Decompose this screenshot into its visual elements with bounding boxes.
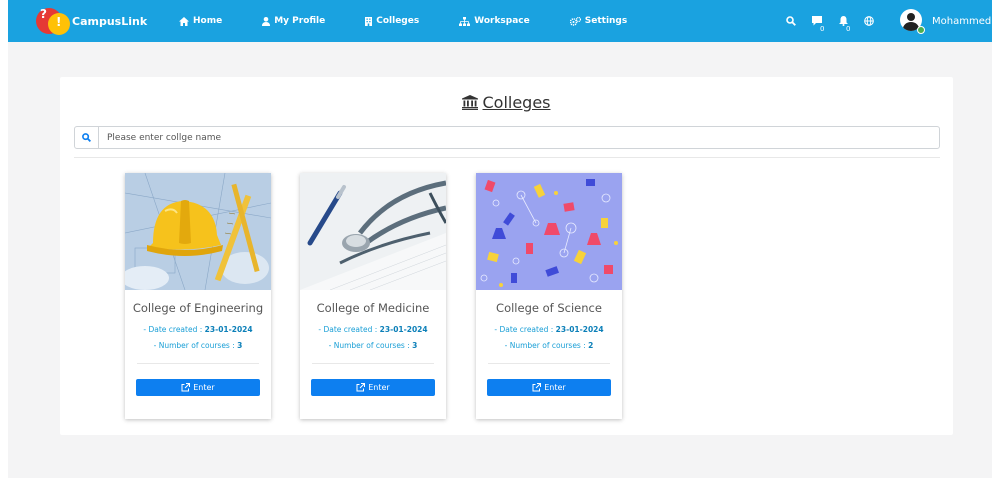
- campuslink-logo-icon: ?!: [36, 4, 70, 38]
- external-link-icon: [181, 383, 191, 392]
- nav-item-my-profile[interactable]: My Profile: [262, 0, 325, 42]
- courses-count: - Number of courses : 2: [504, 341, 594, 350]
- nav-item-label: My Profile: [274, 16, 326, 26]
- college-image: [125, 173, 271, 290]
- college-name: College of Engineering: [132, 301, 264, 315]
- sitemap-icon: [459, 16, 471, 26]
- user-icon: [262, 16, 271, 26]
- search-field-icon: [75, 127, 99, 148]
- college-card-science: College of Science - Date created : 23-0…: [476, 173, 622, 419]
- university-icon: [462, 95, 479, 110]
- search-icon: [786, 16, 796, 26]
- date-value: 23-01-2024: [204, 325, 253, 334]
- enter-button[interactable]: Enter: [487, 379, 611, 396]
- messages-button[interactable]: 0: [806, 0, 828, 42]
- page-title-text: Colleges: [482, 93, 551, 112]
- date-value: 23-01-2024: [379, 325, 428, 334]
- nav-right: 0 0 Mohammed: [780, 0, 991, 42]
- divider: [74, 157, 940, 158]
- courses-value: 3: [237, 341, 243, 350]
- user-menu[interactable]: Mohammed: [900, 9, 992, 34]
- enter-button[interactable]: Enter: [136, 379, 260, 396]
- nav-item-label: Workspace: [474, 16, 530, 26]
- external-link-icon: [356, 383, 366, 392]
- notifications-count: 0: [846, 25, 851, 33]
- app-frame: ?! CampusLink Home My Profile Colleges W…: [8, 0, 992, 478]
- messages-count: 0: [820, 25, 825, 33]
- external-link-icon: [532, 383, 542, 392]
- courses-value: 3: [412, 341, 418, 350]
- college-name: College of Medicine: [316, 301, 430, 315]
- search-box: [74, 126, 940, 149]
- building-icon: [365, 16, 373, 26]
- card-divider: [488, 363, 610, 364]
- courses-count: - Number of courses : 3: [328, 341, 418, 350]
- college-image: [476, 173, 622, 290]
- courses-value: 2: [588, 341, 594, 350]
- college-name: College of Science: [496, 301, 602, 315]
- date-created: - Date created : 23-01-2024: [318, 325, 428, 334]
- notifications-button[interactable]: 0: [832, 0, 854, 42]
- nav-links: Home My Profile Colleges Workspace Setti…: [179, 0, 667, 42]
- brand[interactable]: ?! CampusLink: [36, 3, 147, 39]
- date-value: 23-01-2024: [555, 325, 604, 334]
- nav-item-home[interactable]: Home: [179, 0, 222, 42]
- nav-item-label: Home: [193, 16, 223, 26]
- date-created: - Date created : 23-01-2024: [494, 325, 604, 334]
- colleges-panel: Colleges Please enter collge name Colleg…: [60, 77, 953, 435]
- enter-button[interactable]: Enter: [311, 379, 435, 396]
- page-title: Colleges: [60, 93, 953, 112]
- engineering-helmet-image: [125, 173, 271, 290]
- brand-name: CampusLink: [72, 14, 148, 28]
- nav-item-workspace[interactable]: Workspace: [459, 0, 530, 42]
- college-card-medicine: College of Medicine - Date created : 23-…: [300, 173, 446, 419]
- home-icon: [179, 16, 189, 26]
- search-button[interactable]: [780, 0, 802, 42]
- college-image: [300, 173, 446, 290]
- card-divider: [137, 363, 259, 364]
- globe-icon: [864, 16, 874, 26]
- nav-item-label: Settings: [584, 16, 628, 26]
- nav-item-label: Colleges: [376, 16, 420, 26]
- courses-count: - Number of courses : 3: [153, 341, 243, 350]
- college-search-input[interactable]: [105, 131, 929, 144]
- online-status-icon: [917, 26, 925, 34]
- date-created: - Date created : 23-01-2024: [143, 325, 253, 334]
- language-button[interactable]: [858, 0, 880, 42]
- cogs-icon: [569, 16, 581, 26]
- college-card-engineering: College of Engineering - Date created : …: [125, 173, 271, 419]
- search-icon: [82, 133, 91, 142]
- user-name: Mohammed: [932, 15, 992, 27]
- card-divider: [312, 363, 434, 364]
- nav-item-colleges[interactable]: Colleges: [365, 0, 419, 42]
- navbar: ?! CampusLink Home My Profile Colleges W…: [8, 0, 992, 42]
- science-pattern-image: [476, 173, 622, 290]
- nav-item-settings[interactable]: Settings: [569, 0, 628, 42]
- stethoscope-image: [300, 173, 446, 290]
